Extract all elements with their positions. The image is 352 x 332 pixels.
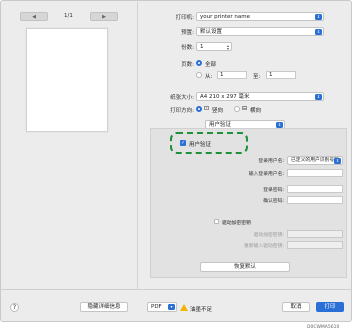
pages-all-radio[interactable] bbox=[196, 60, 202, 66]
paper-size-label: 纸张大小: bbox=[170, 95, 194, 101]
encrypt-key-label: 驱动加密密钥: bbox=[253, 233, 284, 238]
help-button[interactable]: ? bbox=[10, 303, 19, 312]
encrypt-key-confirm-label: 重新输入驱动密钥: bbox=[244, 244, 284, 249]
login-name-label: 登录用户名: bbox=[258, 159, 284, 164]
printer-label: 打印机: bbox=[175, 15, 194, 21]
printer-select[interactable]: your printer name ⇕ bbox=[196, 12, 324, 21]
page-count: 1/1 bbox=[64, 13, 73, 19]
copies-value: 1 bbox=[200, 44, 204, 50]
login-name-value: 已定义的用户识别号码 bbox=[291, 158, 339, 163]
low-toner-label: 油墨不足 bbox=[190, 307, 213, 313]
print-button[interactable]: 打印 bbox=[316, 302, 344, 312]
pages-from-label: 从: bbox=[205, 74, 213, 80]
copies-label: 份数: bbox=[181, 45, 194, 51]
pages-label: 页数: bbox=[181, 62, 194, 68]
printer-value: your printer name bbox=[200, 14, 251, 20]
previous-page-button[interactable]: ◀ bbox=[20, 12, 48, 21]
paper-size-select[interactable]: A4 210 x 297 毫米 ⇕ bbox=[196, 92, 324, 101]
pages-from-input[interactable]: 1 bbox=[217, 71, 247, 79]
stepper-arrows-icon[interactable]: ▴ ▾ bbox=[227, 44, 229, 51]
figure-code: D0CWMA5610 bbox=[307, 325, 340, 330]
footer-divider bbox=[0, 289, 352, 290]
page-preview bbox=[26, 28, 108, 132]
landscape-icon: ⊟ bbox=[242, 105, 248, 112]
pages-range-radio[interactable] bbox=[196, 72, 202, 78]
pdf-label: PDF bbox=[151, 304, 162, 310]
login-user-input[interactable] bbox=[287, 169, 343, 177]
preset-value: 默认设置 bbox=[200, 29, 223, 35]
chevron-updown-icon: ⇕ bbox=[315, 94, 322, 100]
chevron-updown-icon: ⇕ bbox=[315, 29, 322, 35]
cancel-button[interactable]: 取消 bbox=[282, 302, 310, 312]
restore-defaults-button[interactable]: 恢复默认 bbox=[200, 262, 290, 272]
next-page-button[interactable]: ▶ bbox=[90, 12, 118, 21]
user-auth-checkbox[interactable]: ✓ bbox=[180, 140, 186, 146]
orientation-portrait-radio[interactable] bbox=[196, 106, 202, 112]
paper-size-value: A4 210 x 297 毫米 bbox=[200, 94, 250, 100]
login-name-select[interactable]: 已定义的用户识别号码 ⇕ bbox=[287, 156, 343, 165]
portrait-icon: ⊡ bbox=[204, 105, 210, 112]
landscape-label: 横向 bbox=[250, 108, 262, 114]
encrypt-key-input[interactable] bbox=[287, 230, 343, 238]
chevron-updown-icon: ⇕ bbox=[315, 14, 322, 20]
pages-to-input[interactable]: 1 bbox=[266, 71, 296, 79]
preset-label: 预置: bbox=[181, 30, 194, 36]
confirm-password-label: 确认密码: bbox=[263, 199, 284, 204]
password-label: 登录密码: bbox=[263, 188, 284, 193]
confirm-password-input[interactable] bbox=[287, 196, 343, 204]
encrypt-key-checkbox-label: 驱动加密密钥 bbox=[222, 221, 251, 226]
chevron-down-icon: ▾ bbox=[168, 304, 175, 310]
user-auth-label: 用户验证 bbox=[189, 142, 212, 148]
pdf-menu-button[interactable]: PDF ▾ bbox=[147, 302, 177, 312]
portrait-label: 竖向 bbox=[212, 108, 224, 114]
encrypt-key-checkbox[interactable] bbox=[214, 219, 219, 224]
chevron-updown-icon: ⇕ bbox=[334, 158, 341, 164]
password-input[interactable] bbox=[287, 185, 343, 193]
orientation-label: 打印方向: bbox=[170, 108, 194, 114]
orientation-landscape-radio[interactable] bbox=[234, 106, 240, 112]
encrypt-key-confirm-input[interactable] bbox=[287, 241, 343, 249]
hide-details-button[interactable]: 隐藏详细信息 bbox=[80, 302, 128, 312]
preset-select[interactable]: 默认设置 ⇕ bbox=[196, 27, 324, 36]
copies-stepper[interactable]: 1 ▴ ▾ bbox=[196, 42, 232, 51]
pages-to-label: 至: bbox=[253, 74, 261, 80]
preview-divider bbox=[137, 2, 138, 289]
login-user-label: 输入登录用户名: bbox=[248, 172, 284, 177]
pages-all-label: 全部 bbox=[205, 62, 217, 68]
warning-icon bbox=[180, 304, 188, 311]
